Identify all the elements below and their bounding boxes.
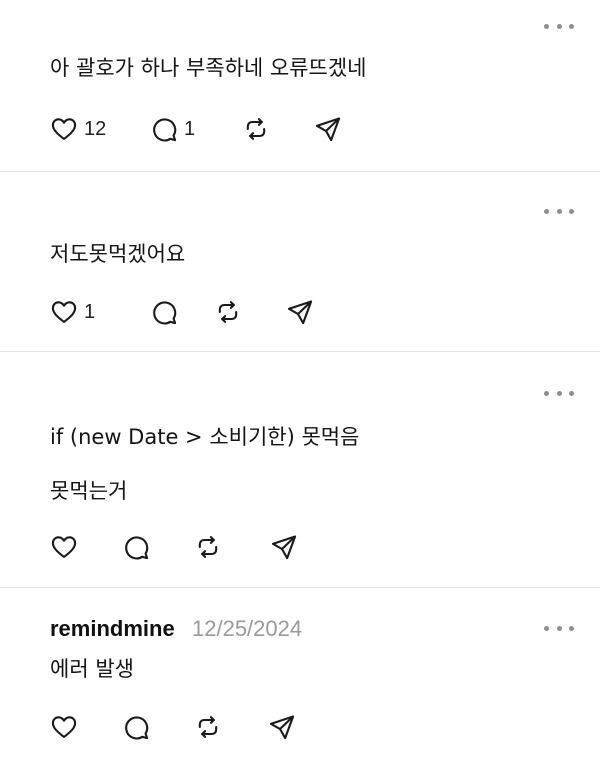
share-button[interactable] (314, 114, 354, 144)
heart-icon (51, 118, 77, 140)
reply-button[interactable] (150, 297, 214, 327)
paper-plane-icon (271, 535, 297, 560)
post-actions: 12 1 (50, 114, 354, 144)
paper-plane-icon (287, 300, 313, 325)
like-button[interactable] (50, 712, 122, 742)
repost-button[interactable] (242, 114, 314, 144)
more-options-icon[interactable] (544, 387, 574, 399)
repost-icon (246, 118, 266, 140)
repost-icon (198, 536, 218, 558)
post-item: if (new Date > 소비기한) 못먹음 못먹는거 (0, 352, 600, 588)
post-text: 에러 발생 (50, 657, 134, 681)
like-button[interactable]: 12 (50, 114, 150, 144)
speech-bubble-icon (153, 301, 177, 325)
speech-bubble-icon (125, 536, 149, 560)
reply-button[interactable] (122, 712, 194, 742)
more-options-icon[interactable] (544, 20, 574, 32)
repost-button[interactable] (214, 297, 286, 327)
post-actions (50, 712, 308, 742)
paper-plane-icon (269, 715, 295, 740)
reply-button[interactable]: 1 (150, 114, 242, 144)
like-button[interactable] (50, 532, 122, 562)
more-options-icon[interactable] (544, 205, 574, 217)
post-item: 저도못먹겠어요 1 (0, 172, 600, 352)
repost-icon (198, 716, 218, 738)
heart-icon (51, 301, 77, 323)
post-actions (50, 532, 310, 562)
share-button[interactable] (268, 712, 308, 742)
like-count: 1 (84, 300, 96, 323)
repost-icon (218, 301, 238, 323)
post-timestamp: 12/25/2024 (192, 616, 303, 641)
reply-count: 1 (184, 117, 196, 140)
paper-plane-icon (315, 117, 341, 142)
post-text: 저도못먹겠어요 (50, 242, 186, 266)
heart-icon (51, 716, 77, 738)
post-item: 아 괄호가 하나 부족하네 오류뜨겠네 12 1 (0, 0, 600, 172)
reply-button[interactable] (122, 532, 194, 562)
post-actions: 1 (50, 297, 326, 327)
speech-bubble-icon (153, 118, 177, 142)
post-text: 못먹는거 (50, 479, 128, 503)
speech-bubble-icon (125, 716, 149, 740)
post-text: if (new Date > 소비기한) 못먹음 (50, 425, 360, 449)
post-item: remindmine 12/25/2024 에러 발생 (0, 588, 600, 774)
repost-button[interactable] (194, 712, 268, 742)
share-button[interactable] (270, 532, 310, 562)
repost-button[interactable] (194, 532, 270, 562)
share-button[interactable] (286, 297, 326, 327)
more-options-icon[interactable] (544, 622, 574, 634)
post-text: 아 괄호가 하나 부족하네 오류뜨겠네 (50, 56, 367, 80)
like-button[interactable]: 1 (50, 297, 150, 327)
username-link[interactable]: remindmine (50, 615, 175, 643)
heart-icon (51, 536, 77, 558)
like-count: 12 (84, 117, 107, 140)
